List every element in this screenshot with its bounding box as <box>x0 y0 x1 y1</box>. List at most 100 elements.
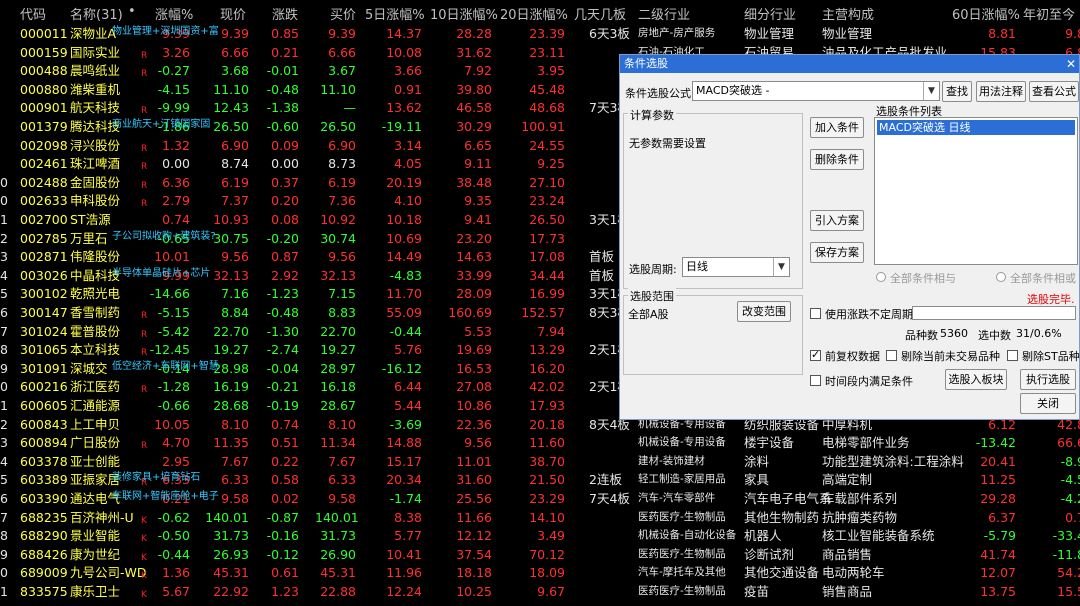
col-d60[interactable]: 60日涨幅% <box>952 4 1020 23</box>
condition-list-item[interactable]: MACD突破选 日线 <box>877 120 1075 135</box>
time-range-checkbox[interactable] <box>810 375 821 386</box>
cell-no: 6 <box>0 305 8 320</box>
cell-code: 003026 <box>20 267 68 283</box>
table-row[interactable]: 9 688426 康为世纪 K -0.44 26.93 -0.12 26.90 10.41 37.… <box>0 545 1080 564</box>
cell-bid: 26.50 <box>320 119 356 134</box>
chevron-down-icon[interactable]: ▼ <box>923 82 939 100</box>
chevron-down-icon[interactable]: ▼ <box>773 258 789 276</box>
cell-change: 0.08 <box>271 212 299 227</box>
period-dropdown[interactable]: 日线 ▼ <box>682 257 790 277</box>
table-row[interactable]: 6 603390 通达电气 0.21 9.58 0.02 9.58 -1.74 25.56 23.… <box>0 489 1080 508</box>
cell-d5: 3.66 <box>394 63 422 79</box>
cell-price: 140.01 <box>205 509 249 525</box>
change-range-button[interactable]: 改变范围 <box>737 301 791 322</box>
col-ind2[interactable]: 细分行业 <box>744 4 796 23</box>
save-plan-button[interactable]: 保存方案 <box>810 242 864 263</box>
find-button[interactable]: 查找 <box>942 81 972 102</box>
uncertain-period-input[interactable] <box>912 306 1076 320</box>
cell-ind2: 家具 <box>744 472 770 488</box>
cell-name: 浙江医药 <box>70 379 121 395</box>
view-formula-button[interactable]: 查看公式 <box>1029 81 1079 102</box>
table-row[interactable]: 3 600894 广日股份 R 4.70 11.35 0.51 11.34 14.88 9.56 1… <box>0 433 1080 452</box>
concept-annotation: 半导体单晶硅片+芯片 <box>112 267 211 279</box>
exclude-suspend-checkbox[interactable] <box>886 350 897 361</box>
cell-no: 0 <box>0 193 8 209</box>
cell-d5: 6.44 <box>394 379 422 395</box>
radio-or[interactable] <box>996 272 1006 282</box>
cell-bid: 6.33 <box>328 472 356 488</box>
usage-button[interactable]: 用法注释 <box>976 81 1026 102</box>
table-row[interactable]: 8 688290 景业智能 K -0.50 31.73 -0.16 31.73 5.77 12.1… <box>0 526 1080 545</box>
col-main[interactable]: 主营构成 <box>822 4 874 23</box>
cell-price: 3.68 <box>221 63 249 79</box>
add-condition-button[interactable]: 加入条件 <box>810 117 864 138</box>
import-plan-button[interactable]: 引入方案 <box>810 210 864 231</box>
cell-chg: -0.44 <box>157 546 190 562</box>
cell-name: 深城交 <box>70 360 108 376</box>
cell-ind1: 汽车-摩托车及其他 <box>638 566 726 579</box>
condition-select-dialog: 条件选股 ✕ 条件选股公式 MACD突破选 - ▼ 查找 用法注释 查看公式 计… <box>619 54 1080 420</box>
uncertain-period-checkbox[interactable] <box>810 308 821 319</box>
cell-d10: 28.09 <box>456 286 492 302</box>
table-row[interactable]: 0 689009 九号公司-WD K 1.36 45.31 0.61 45.31 11.96 18… <box>0 563 1080 582</box>
delete-condition-button[interactable]: 删除条件 <box>810 149 864 170</box>
col-d20[interactable]: 20日涨幅% <box>500 4 568 23</box>
cell-price: 10.93 <box>213 212 249 227</box>
col-ind1[interactable]: 二级行业 <box>638 4 690 23</box>
cell-main: 抗肿瘤类药物 <box>822 509 898 525</box>
cell-code: 689009 <box>20 565 68 581</box>
cell-ytd: -4.5 <box>1060 472 1080 488</box>
formula-dropdown[interactable]: MACD突破选 - ▼ <box>692 81 940 101</box>
col-price[interactable]: 现价 <box>220 4 246 23</box>
radio-and[interactable] <box>876 272 886 282</box>
cell-change: -1.23 <box>266 286 299 302</box>
col-chg[interactable]: 涨幅% <box>155 4 193 23</box>
cell-d5: -1.74 <box>389 491 422 506</box>
cell-price: 22.70 <box>213 323 249 339</box>
cell-d20: 38.70 <box>529 453 565 469</box>
cell-code: 002785 <box>20 230 68 246</box>
cell-no: 0 <box>0 565 8 581</box>
col-name[interactable]: 名称(31) <box>70 4 123 23</box>
col-d10[interactable]: 10日涨幅% <box>430 4 498 23</box>
col-code[interactable]: 代码 <box>20 4 46 23</box>
cell-chg: 2.95 <box>162 453 190 469</box>
cell-main: 销售商品 <box>822 584 873 599</box>
dialog-title-bar[interactable]: 条件选股 ✕ <box>620 55 1079 73</box>
range-group-label: 选股范围 <box>628 288 676 304</box>
cell-ind1: 医药医疗-生物制品 <box>638 585 726 597</box>
col-change[interactable]: 涨跌 <box>272 4 298 23</box>
col-bid[interactable]: 买价 <box>330 4 356 23</box>
cell-d5: 5.76 <box>394 342 422 358</box>
cell-change: 0.20 <box>271 193 299 209</box>
col-d5[interactable]: 5日涨幅% <box>365 4 425 23</box>
cell-change: 0.00 <box>271 156 299 172</box>
close-button[interactable]: 关闭 <box>1020 393 1076 414</box>
cell-ytd: -33.4 <box>1052 528 1080 544</box>
cell-d10: 18.18 <box>456 565 492 581</box>
to-block-button[interactable]: 选股入板块 <box>945 369 1007 390</box>
cell-d5: 14.37 <box>386 26 422 41</box>
table-row[interactable]: 7 688235 百济神州-U K -0.62 140.01 -0.87 140.01 8.38… <box>0 508 1080 527</box>
cell-price: 6.90 <box>221 137 249 153</box>
cell-no: 2 <box>0 230 8 246</box>
params-group-label: 计算参数 <box>628 107 676 123</box>
execute-button[interactable]: 执行选股 <box>1020 369 1076 390</box>
table-row[interactable]: 000011 深物业A 9.39 9.39 0.85 9.39 14.37 28.28 23.3… <box>0 24 1080 43</box>
cell-price: 11.35 <box>213 435 249 451</box>
cell-bid: 6.90 <box>328 137 356 153</box>
cell-ytd: 0.7 <box>1065 509 1080 525</box>
cell-d10: 22.36 <box>456 416 492 432</box>
col-ytd[interactable]: 年初至今 <box>1023 4 1075 23</box>
cell-d5: 55.09 <box>386 305 422 320</box>
pre-adjust-checkbox[interactable]: ✓ <box>810 348 821 361</box>
exclude-st-checkbox[interactable] <box>1007 350 1018 361</box>
cell-main: 车载部件系列 <box>822 491 898 506</box>
table-row[interactable]: 1 833575 康乐卫士 K 5.67 22.92 1.23 22.88 12.24 10.25… <box>0 582 1080 601</box>
cell-d5: -4.83 <box>389 267 422 283</box>
condition-list[interactable]: MACD突破选 日线 <box>874 117 1078 265</box>
cell-no: 2 <box>0 416 8 432</box>
cell-d5: -16.12 <box>381 360 422 376</box>
col-days[interactable]: 几天几板 <box>574 4 626 23</box>
close-icon[interactable]: ✕ <box>1066 55 1076 73</box>
